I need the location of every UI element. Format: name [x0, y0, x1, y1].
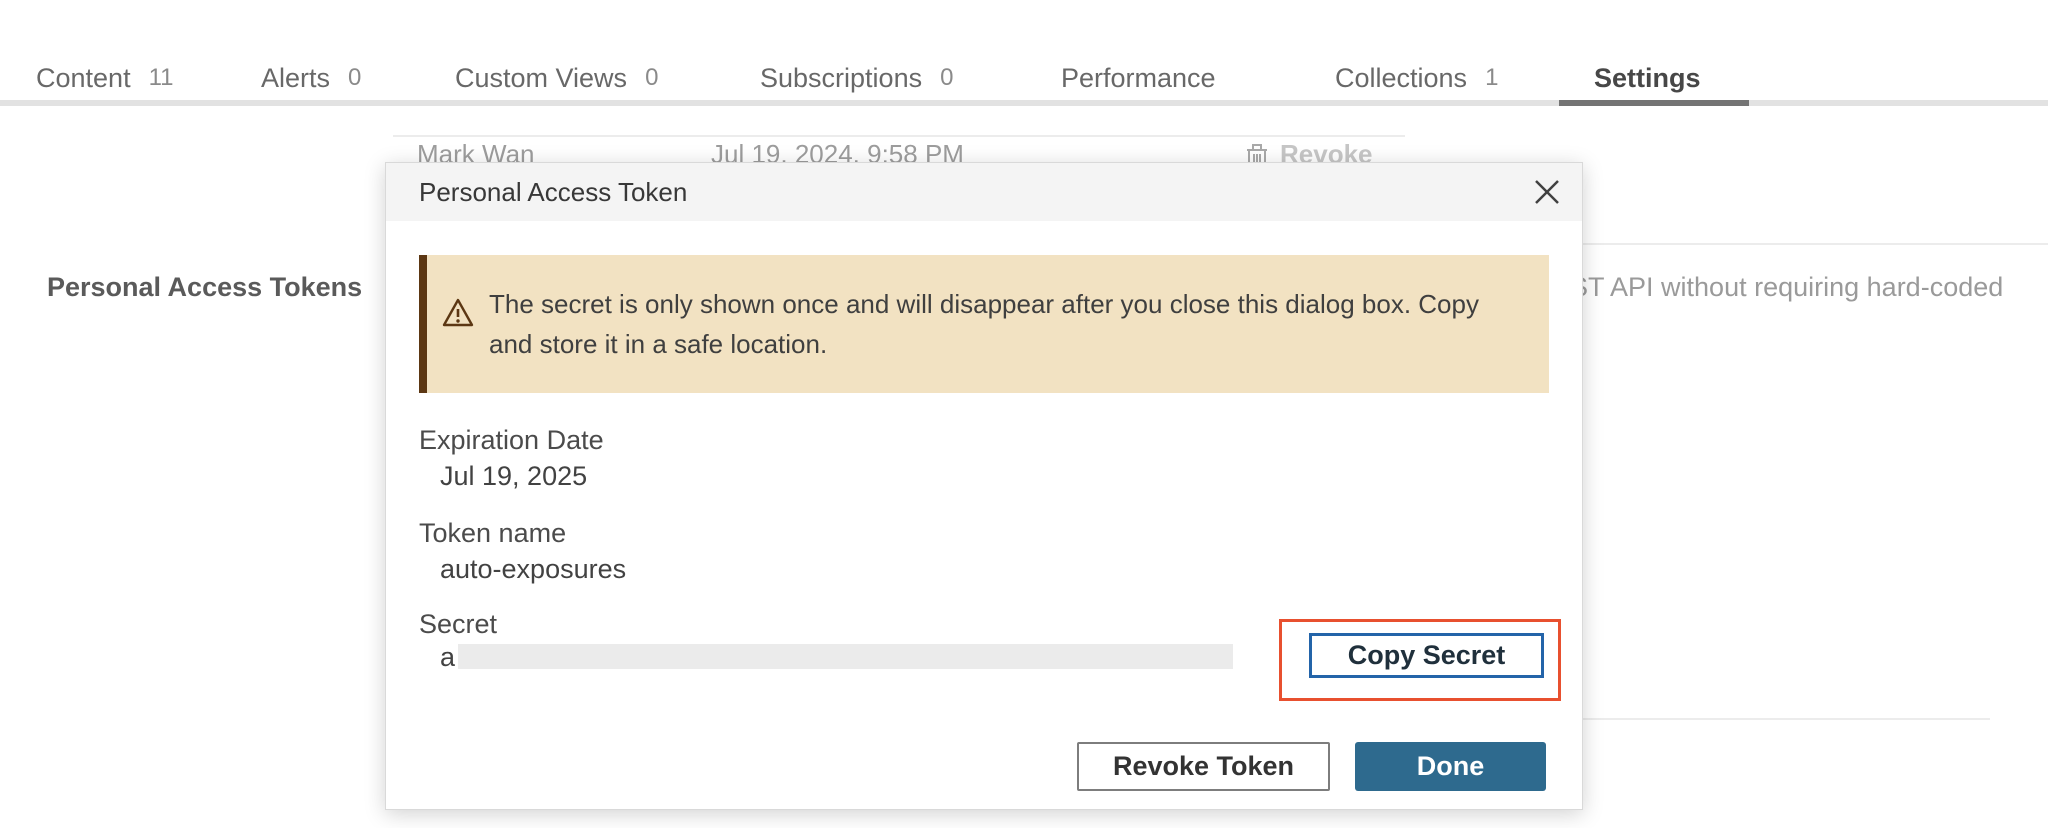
tab-collections-label: Collections [1335, 63, 1467, 94]
copy-secret-button[interactable]: Copy Secret [1309, 633, 1544, 678]
secret-redacted-bar [458, 644, 1233, 669]
background-section-divider-bottom [1570, 718, 1990, 720]
tab-alerts-count: 0 [348, 64, 361, 92]
tab-collections-count: 1 [1485, 64, 1498, 92]
tab-settings-label: Settings [1594, 63, 1701, 94]
tab-subscriptions[interactable]: Subscriptions 0 [760, 56, 953, 100]
token-name-value: auto-exposures [440, 554, 626, 585]
revoke-token-button[interactable]: Revoke Token [1077, 742, 1330, 791]
expiration-date-label: Expiration Date [419, 425, 604, 456]
dialog-title: Personal Access Token [419, 163, 687, 221]
personal-access-token-dialog: Personal Access Token The secret is only… [385, 162, 1583, 810]
tab-content-label: Content [36, 63, 131, 94]
secret-label: Secret [419, 609, 497, 640]
tab-alerts[interactable]: Alerts 0 [261, 56, 361, 100]
tab-content-count: 11 [149, 64, 174, 92]
background-section-divider-top [1570, 243, 2048, 245]
tab-custom-views[interactable]: Custom Views 0 [455, 56, 658, 100]
tab-bar: Content 11 Alerts 0 Custom Views 0 Subsc… [0, 0, 2048, 106]
tab-alerts-label: Alerts [261, 63, 330, 94]
dialog-header: Personal Access Token [386, 163, 1582, 221]
tab-performance[interactable]: Performance [1061, 56, 1216, 100]
tab-collections[interactable]: Collections 1 [1335, 56, 1498, 100]
warning-triangle-icon [441, 297, 475, 329]
token-name-label: Token name [419, 518, 566, 549]
tab-content[interactable]: Content 11 [36, 56, 174, 100]
tab-subscriptions-label: Subscriptions [760, 63, 922, 94]
tab-performance-label: Performance [1061, 63, 1216, 94]
tab-custom-views-count: 0 [645, 64, 658, 92]
section-heading-personal-access-tokens: Personal Access Tokens [47, 272, 362, 303]
section-description-fragment: ST API without requiring hard-coded [1570, 272, 2003, 303]
tab-custom-views-label: Custom Views [455, 63, 627, 94]
tab-subscriptions-count: 0 [940, 64, 953, 92]
secret-value: a [440, 642, 455, 673]
warning-message: The secret is only shown once and will d… [489, 284, 1499, 364]
done-button[interactable]: Done [1355, 742, 1546, 791]
background-table-divider [393, 135, 1405, 137]
expiration-date-value: Jul 19, 2025 [440, 461, 587, 492]
tab-settings-active-underline [1559, 100, 1749, 106]
close-icon[interactable] [1534, 179, 1560, 205]
secret-warning-banner: The secret is only shown once and will d… [419, 255, 1549, 393]
tab-settings[interactable]: Settings [1594, 56, 1701, 100]
